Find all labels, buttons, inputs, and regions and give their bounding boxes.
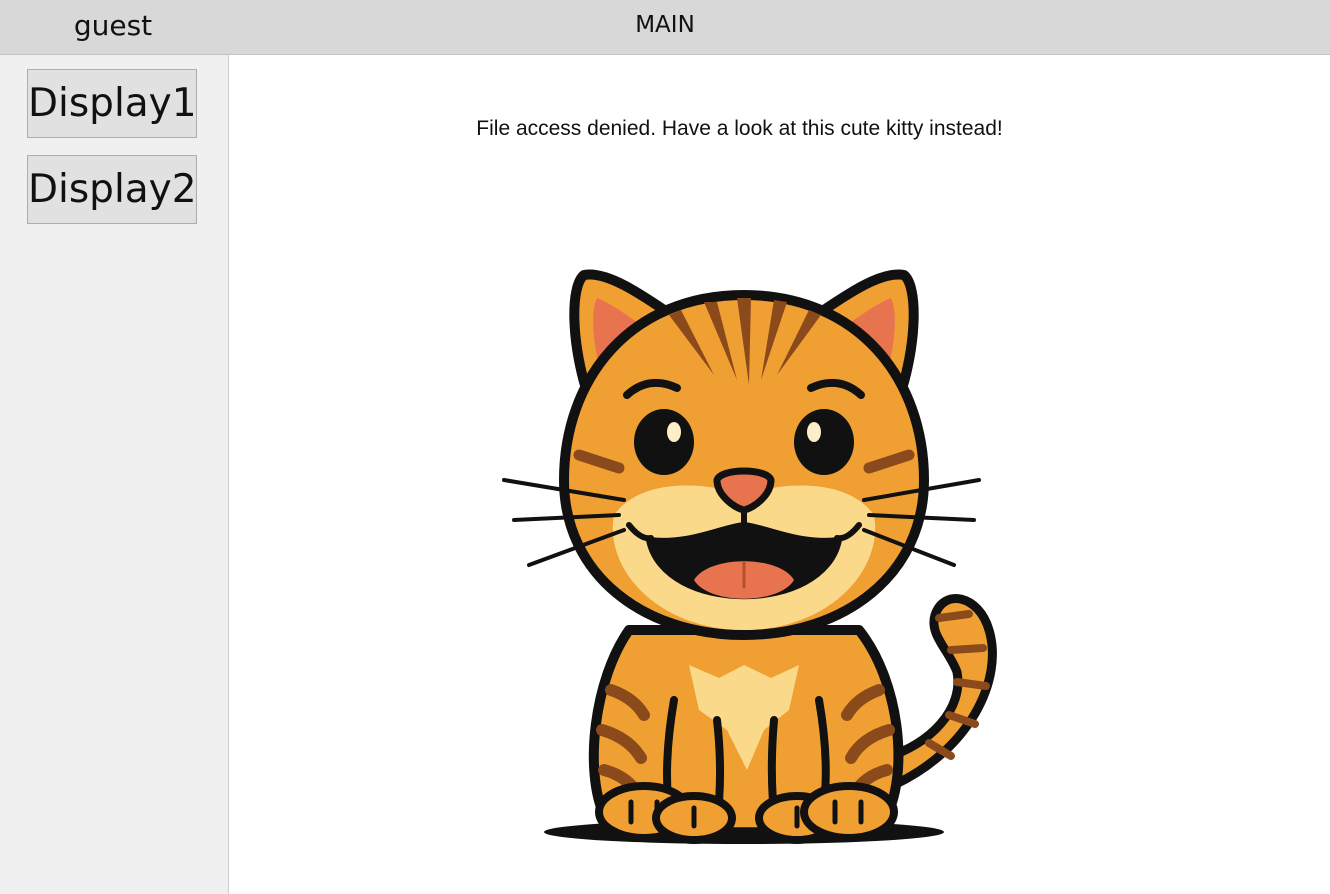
kitten-image bbox=[502, 269, 997, 844]
username-label: guest bbox=[73, 9, 153, 42]
display1-button[interactable]: Display1 bbox=[27, 69, 197, 138]
title-bar: guest MAIN bbox=[0, 0, 1330, 55]
page-title: MAIN bbox=[635, 12, 695, 38]
display2-button[interactable]: Display2 bbox=[27, 155, 197, 224]
sidebar: Display1 Display2 bbox=[0, 55, 229, 894]
access-denied-message: File access denied. Have a look at this … bbox=[476, 117, 1003, 140]
main-content: File access denied. Have a look at this … bbox=[229, 55, 1330, 894]
